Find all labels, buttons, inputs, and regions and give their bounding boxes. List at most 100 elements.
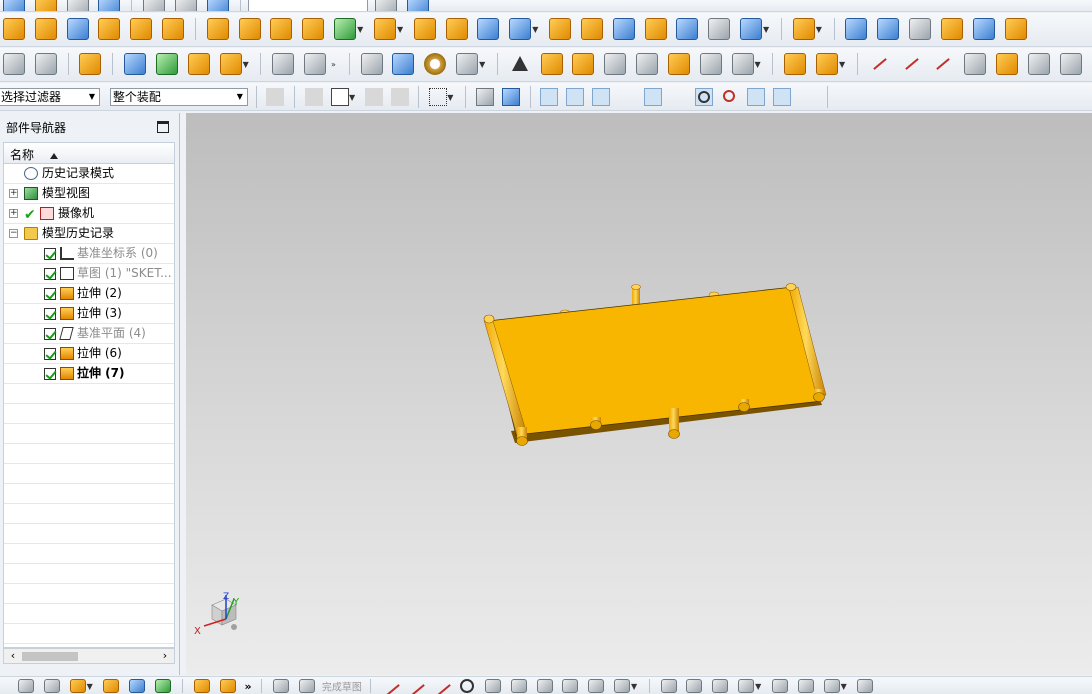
profile-icon[interactable] xyxy=(964,53,987,75)
move-object-icon[interactable] xyxy=(124,53,147,75)
graphics-viewport[interactable]: X Y Z xyxy=(186,113,1092,675)
mesh-surface-icon[interactable] xyxy=(845,18,868,40)
rectangle-select-icon[interactable] xyxy=(429,88,448,106)
tree-node-feature[interactable]: 基准坐标系 (0) xyxy=(4,244,174,264)
brush-icon[interactable] xyxy=(667,53,690,75)
toolbar-icon[interactable] xyxy=(174,0,197,11)
grid-snap-icon[interactable] xyxy=(837,88,855,106)
bridge-surface-icon[interactable] xyxy=(1004,18,1027,40)
add-component-icon[interactable] xyxy=(816,53,839,75)
visibility-checkbox[interactable] xyxy=(44,268,56,280)
extrude-icon[interactable] xyxy=(3,18,25,40)
expand-icon[interactable]: + xyxy=(9,189,18,198)
hole-icon[interactable] xyxy=(206,18,229,40)
tree-node-model-history[interactable]: − 模型历史记录 xyxy=(4,224,174,244)
mirror-icon[interactable] xyxy=(612,18,635,40)
sketch-icon[interactable] xyxy=(18,679,34,693)
tree-node-feature[interactable]: 拉伸 (3) xyxy=(4,304,174,324)
boss-icon[interactable] xyxy=(238,18,261,40)
mirror-icon[interactable] xyxy=(129,679,146,693)
swept-icon[interactable] xyxy=(940,18,963,40)
auto-constrain-icon[interactable] xyxy=(797,679,814,693)
trim-body-icon[interactable] xyxy=(549,18,572,40)
triangle-icon[interactable] xyxy=(509,53,531,75)
revolve-icon[interactable] xyxy=(34,18,57,40)
chamfer-icon[interactable] xyxy=(510,679,527,693)
scroll-right-icon[interactable]: › xyxy=(158,649,172,663)
filter-icon[interactable] xyxy=(364,88,383,106)
point-on-curve-snap-icon[interactable] xyxy=(772,88,791,106)
dimension-icon[interactable] xyxy=(699,53,722,75)
finish-flag-icon[interactable] xyxy=(299,679,316,693)
toolbar-icon[interactable] xyxy=(206,0,229,11)
note-block-icon[interactable] xyxy=(636,53,659,75)
point-on-face-snap-icon[interactable] xyxy=(799,88,817,106)
body-select-icon[interactable] xyxy=(501,88,520,106)
finish-flag-icon[interactable] xyxy=(273,679,290,693)
visibility-checkbox[interactable] xyxy=(44,348,56,360)
project-curve-icon[interactable] xyxy=(995,53,1018,75)
visibility-checkbox[interactable] xyxy=(44,328,56,340)
toolbar-icon[interactable] xyxy=(98,0,121,11)
block-icon[interactable] xyxy=(66,18,89,40)
navigator-horizontal-scrollbar[interactable]: ‹ › xyxy=(3,648,175,664)
tolerance-icon[interactable] xyxy=(731,53,754,75)
layer-icon[interactable] xyxy=(3,53,25,75)
visibility-checkbox[interactable] xyxy=(44,308,56,320)
dimension-icon[interactable] xyxy=(771,679,788,693)
extend-icon[interactable] xyxy=(686,679,703,693)
end-point-snap-icon[interactable] xyxy=(540,88,559,106)
draft-icon[interactable] xyxy=(445,18,468,40)
perpendicular-snap-icon[interactable] xyxy=(670,88,688,106)
selection-scope-icon[interactable] xyxy=(330,88,349,106)
spline-icon[interactable] xyxy=(932,53,954,75)
visibility-checkbox[interactable] xyxy=(44,368,56,380)
unite-icon[interactable] xyxy=(302,18,325,40)
add-icon[interactable] xyxy=(69,679,86,693)
text-icon[interactable] xyxy=(219,53,242,75)
chamfer-icon[interactable] xyxy=(413,18,436,40)
cylinder-icon[interactable] xyxy=(98,18,121,40)
filter-icon[interactable] xyxy=(390,88,409,106)
n-sided-icon[interactable] xyxy=(972,18,995,40)
profile-icon[interactable] xyxy=(382,679,398,693)
note-icon[interactable] xyxy=(79,53,102,75)
tree-node-model-views[interactable]: + 模型视图 xyxy=(4,184,174,204)
maximize-icon[interactable] xyxy=(157,121,169,133)
quadrant-snap-icon[interactable] xyxy=(721,88,739,106)
scroll-left-icon[interactable]: ‹ xyxy=(6,649,20,663)
visibility-checkbox[interactable] xyxy=(44,248,56,260)
top-combo[interactable] xyxy=(248,0,369,11)
spring-icon[interactable] xyxy=(392,53,415,75)
arc-icon[interactable] xyxy=(433,679,449,693)
tree-node-feature[interactable]: 拉伸 (2) xyxy=(4,284,174,304)
toolbar-icon[interactable] xyxy=(66,0,89,11)
tree-node-feature[interactable]: 拉伸 (7) xyxy=(4,364,174,384)
edge-blend-icon[interactable] xyxy=(373,18,396,40)
selection-filter-dropdown[interactable]: 选择过滤器 ▼ xyxy=(0,88,100,106)
tree-node-feature[interactable]: 草图 (1) "SKET... xyxy=(4,264,174,284)
control-point-snap-icon[interactable] xyxy=(592,88,611,106)
studio-surface-icon[interactable] xyxy=(909,18,932,40)
component-icon[interactable] xyxy=(219,679,236,693)
table-icon[interactable] xyxy=(540,53,563,75)
face-analysis-icon[interactable] xyxy=(304,53,327,75)
sphere-icon[interactable] xyxy=(162,18,185,40)
grid-icon[interactable] xyxy=(572,53,595,75)
line-icon[interactable] xyxy=(869,53,891,75)
line-icon[interactable] xyxy=(407,679,423,693)
symbol-icon[interactable] xyxy=(604,53,627,75)
tree-node-cameras[interactable]: + ✔ 摄像机 xyxy=(4,204,174,224)
column-header-name[interactable]: 名称 xyxy=(4,143,174,164)
component-icon[interactable] xyxy=(784,53,807,75)
edit-icon[interactable] xyxy=(103,679,120,693)
intersection-curve-icon[interactable] xyxy=(1027,53,1050,75)
curve-analysis-icon[interactable] xyxy=(272,53,295,75)
expand-icon[interactable]: + xyxy=(9,209,18,218)
tree-node-feature[interactable]: 拉伸 (6) xyxy=(4,344,174,364)
component-icon[interactable] xyxy=(193,679,210,693)
view-cube-icon[interactable] xyxy=(740,18,763,40)
toolbar-icon[interactable] xyxy=(407,0,430,11)
intersection-snap-icon[interactable] xyxy=(643,88,662,106)
split-body-icon[interactable] xyxy=(580,18,603,40)
